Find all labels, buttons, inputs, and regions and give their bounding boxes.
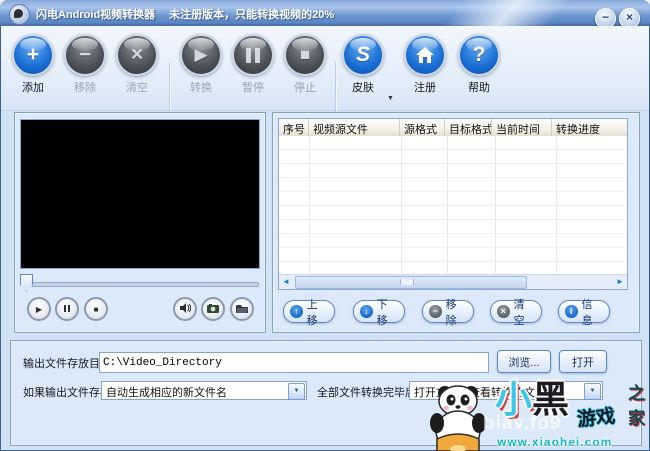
app-title: 闪电Android视频转换器 bbox=[36, 9, 155, 21]
snapshot-button[interactable] bbox=[201, 297, 225, 321]
scrollbar-grip bbox=[400, 279, 414, 285]
play-icon: ▶ bbox=[36, 305, 42, 314]
unregistered-notice: 未注册版本，只能转换视频的20% bbox=[169, 9, 334, 21]
clear-button[interactable]: × 清空 bbox=[115, 34, 159, 95]
skin-dropdown-arrow-icon[interactable]: ▼ bbox=[387, 95, 394, 102]
stop-icon: ■ bbox=[94, 305, 99, 314]
add-button[interactable]: + 添加 bbox=[11, 34, 55, 95]
toolbar-separator bbox=[169, 62, 171, 114]
app-window: 闪电Android视频转换器 未注册版本，只能转换视频的20% − × + 添加 … bbox=[0, 0, 650, 451]
question-icon: ? bbox=[460, 36, 498, 74]
queue-panel: 序号 视频源文件 源格式 目标格式 当前时间 转换进度 ◄ ► ↑ 上移 bbox=[272, 112, 640, 333]
column-gridline bbox=[495, 136, 496, 275]
video-preview-area bbox=[20, 119, 260, 269]
info-button[interactable]: i 信息 bbox=[558, 300, 610, 323]
x-icon: × bbox=[497, 305, 510, 318]
column-header-index[interactable]: 序号 bbox=[279, 119, 309, 136]
preview-play-button[interactable]: ▶ bbox=[27, 297, 51, 321]
register-button[interactable]: 注册 bbox=[403, 34, 447, 95]
column-header-target-format[interactable]: 目标格式 bbox=[445, 119, 492, 136]
remove-button[interactable]: − 移除 bbox=[63, 34, 107, 95]
toolbar-separator bbox=[335, 62, 337, 114]
minus-icon: − bbox=[429, 305, 442, 318]
stop-button[interactable]: ■ 停止 bbox=[283, 34, 327, 95]
seek-slider-thumb[interactable] bbox=[20, 274, 33, 292]
skin-s-icon: S bbox=[344, 36, 382, 74]
preview-stop-button[interactable]: ■ bbox=[84, 297, 108, 321]
preview-panel: ▶ ■ bbox=[14, 112, 266, 333]
dropdown-arrow-icon: ▼ bbox=[584, 383, 601, 400]
minus-icon: − bbox=[66, 36, 104, 74]
column-header-source-format[interactable]: 源格式 bbox=[400, 119, 445, 136]
browse-button[interactable]: 浏览... bbox=[497, 350, 551, 373]
column-header-current-time[interactable]: 当前时间 bbox=[492, 119, 552, 136]
column-header-progress[interactable]: 转换进度 bbox=[552, 119, 627, 136]
down-arrow-icon: ↓ bbox=[360, 305, 373, 318]
preview-pause-button[interactable] bbox=[55, 297, 79, 321]
title-bar: 闪电Android视频转换器未注册版本，只能转换视频的20% − × bbox=[0, 0, 650, 26]
scroll-left-arrow-icon[interactable]: ◄ bbox=[279, 275, 293, 288]
column-gridline bbox=[401, 136, 402, 275]
column-gridline bbox=[447, 136, 448, 275]
dropdown-arrow-icon: ▼ bbox=[288, 383, 305, 400]
convert-button[interactable]: ▶ 转换 bbox=[179, 34, 223, 95]
table-header-row: 序号 视频源文件 源格式 目标格式 当前时间 转换进度 bbox=[279, 119, 627, 137]
help-button[interactable]: ? 帮助 bbox=[457, 34, 501, 95]
info-icon: i bbox=[565, 305, 578, 318]
window-title: 闪电Android视频转换器 未注册版本，只能转换视频的20% bbox=[36, 6, 334, 22]
pause-icon bbox=[234, 36, 272, 74]
home-icon bbox=[406, 36, 444, 74]
up-arrow-icon: ↑ bbox=[290, 305, 303, 318]
output-dir-input[interactable] bbox=[99, 352, 489, 373]
play-icon: ▶ bbox=[182, 36, 220, 74]
main-toolbar: + 添加 − 移除 × 清空 ▶ 转换 暂停 ■ 停止 S 皮肤 ▼ bbox=[1, 26, 649, 111]
stop-icon: ■ bbox=[286, 36, 324, 74]
x-icon: × bbox=[118, 36, 156, 74]
speaker-icon bbox=[180, 303, 191, 315]
scroll-right-arrow-icon[interactable]: ► bbox=[613, 275, 627, 288]
conversion-queue-table: 序号 视频源文件 源格式 目标格式 当前时间 转换进度 ◄ ► bbox=[278, 118, 628, 290]
after-convert-dropdown[interactable]: 打开文件夹查看转换的文件 ▼ bbox=[409, 381, 603, 400]
horizontal-scrollbar: ◄ ► bbox=[279, 274, 627, 289]
plus-icon: + bbox=[14, 36, 52, 74]
open-folder-button[interactable]: 打开 bbox=[559, 350, 607, 373]
if-exists-dropdown[interactable]: 自动生成相应的新文件名 ▼ bbox=[101, 381, 307, 400]
pause-button[interactable]: 暂停 bbox=[231, 34, 275, 95]
column-gridline bbox=[309, 136, 310, 275]
move-up-button[interactable]: ↑ 上移 bbox=[283, 300, 335, 323]
column-header-source-file[interactable]: 视频源文件 bbox=[309, 119, 400, 136]
camera-icon bbox=[207, 304, 219, 315]
remove-item-button[interactable]: − 移除 bbox=[422, 300, 474, 323]
volume-button[interactable] bbox=[173, 297, 197, 321]
clear-list-button[interactable]: × 清空 bbox=[490, 300, 542, 323]
app-icon-glyph bbox=[14, 9, 23, 18]
folder-icon bbox=[236, 304, 248, 315]
open-file-button[interactable] bbox=[230, 297, 254, 321]
seek-slider-track[interactable] bbox=[21, 282, 259, 287]
output-settings-panel: 输出文件存放目录： 浏览... 打开 如果输出文件存在： 自动生成相应的新文件名… bbox=[10, 340, 642, 446]
move-down-button[interactable]: ↓ 下移 bbox=[353, 300, 405, 323]
skin-button[interactable]: S 皮肤 bbox=[341, 34, 385, 95]
table-body-empty bbox=[279, 136, 627, 275]
app-icon[interactable] bbox=[9, 4, 30, 25]
column-gridline bbox=[556, 136, 557, 275]
pause-icon bbox=[63, 305, 71, 314]
scrollbar-thumb[interactable] bbox=[295, 276, 527, 289]
